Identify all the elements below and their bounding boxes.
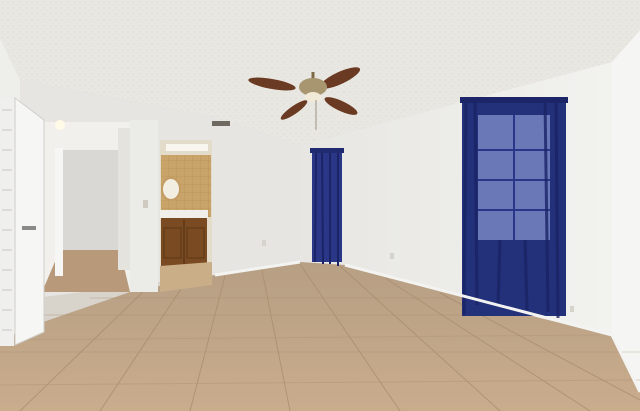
- ceiling-vent: [212, 121, 230, 126]
- bathroom-doorway: [160, 140, 212, 292]
- hallway-opening: [42, 120, 130, 292]
- fan-light: [305, 92, 321, 102]
- room-photo: [0, 0, 640, 411]
- bath-light-fixture: [166, 144, 208, 151]
- right-corner-wall: [612, 30, 640, 390]
- right-window-curtain: [460, 97, 568, 319]
- closet-door: [0, 98, 14, 346]
- left-open-door: [14, 96, 45, 346]
- left-window-curtain: [310, 148, 344, 266]
- vanity-counter: [160, 210, 208, 218]
- wall-column: [130, 120, 158, 292]
- light-switch: [143, 200, 148, 208]
- bathroom-mirror: [161, 177, 181, 201]
- door-handle: [22, 226, 36, 230]
